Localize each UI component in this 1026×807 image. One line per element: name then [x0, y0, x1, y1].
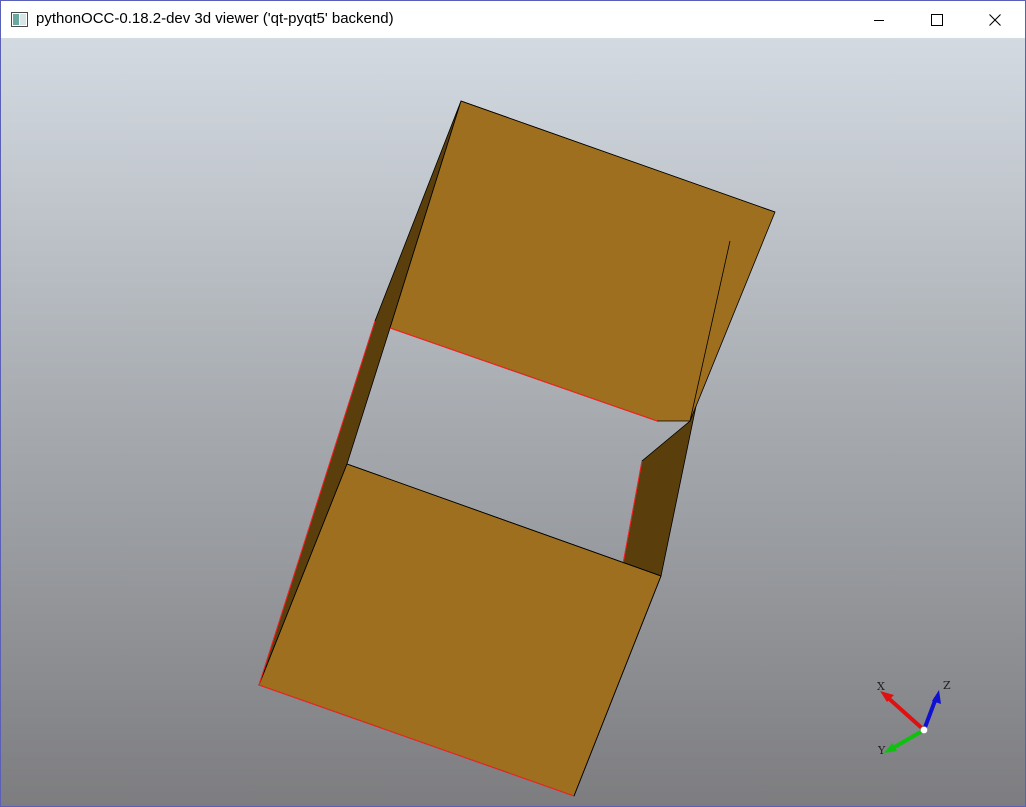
axis-trihedron: X Z Y [877, 679, 951, 757]
3d-scene: X Z Y [258, 100, 951, 797]
x-axis-arrow [884, 694, 926, 732]
y-axis-label: Y [877, 744, 886, 757]
minimize-icon [874, 19, 884, 21]
minimize-button[interactable] [850, 1, 908, 38]
z-axis-arrow [922, 697, 938, 731]
maximize-icon [931, 13, 943, 26]
trihedron-origin [920, 726, 928, 734]
window-title: pythonOCC-0.18.2-dev 3d viewer ('qt-pyqt… [36, 10, 394, 27]
top-face [389, 100, 776, 422]
viewer-window: pythonOCC-0.18.2-dev 3d viewer ('qt-pyqt… [0, 0, 1026, 807]
close-button[interactable] [966, 1, 1024, 38]
maximize-button[interactable] [908, 1, 966, 38]
app-window-icon [11, 12, 28, 27]
y-axis-arrow [890, 728, 925, 751]
3d-viewport[interactable]: X Z Y [1, 38, 1025, 806]
x-axis-label: X [877, 680, 885, 693]
title-bar[interactable]: pythonOCC-0.18.2-dev 3d viewer ('qt-pyqt… [1, 1, 1025, 38]
close-icon [989, 13, 1001, 26]
z-axis-label: Z [943, 679, 951, 692]
